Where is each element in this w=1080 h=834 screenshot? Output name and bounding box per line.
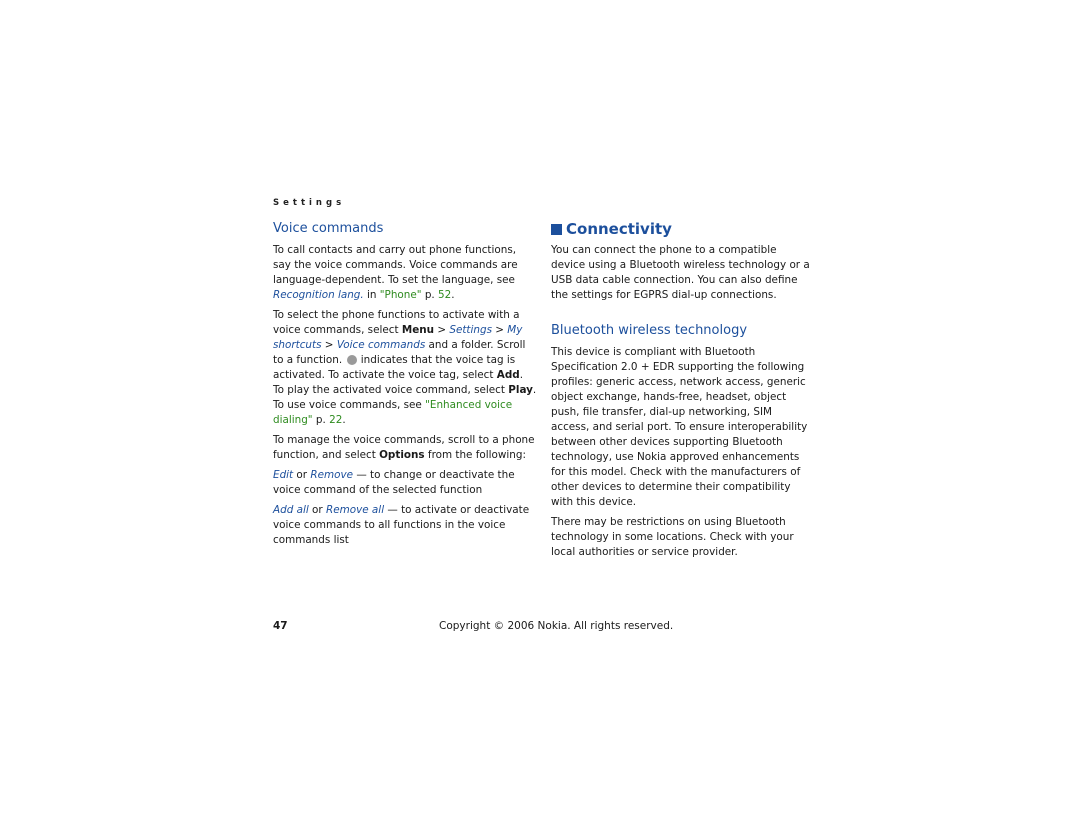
- page-52-link[interactable]: 52: [438, 289, 451, 301]
- phone-link[interactable]: "Phone": [380, 289, 422, 301]
- connectivity-intro: You can connect the phone to a compatibl…: [551, 244, 810, 301]
- bluetooth-heading: Bluetooth wireless technology: [551, 323, 748, 338]
- edit-option[interactable]: Edit: [273, 469, 293, 481]
- manage-voice-commands-paragraph: To manage the voice commands, scroll to …: [273, 434, 535, 461]
- edit-remove-option: Edit or Remove — to change or deactivate…: [273, 469, 515, 496]
- voice-commands-heading: Voice commands: [273, 221, 384, 236]
- connectivity-heading: Connectivity: [551, 220, 811, 238]
- add-all-option[interactable]: Add all: [273, 504, 309, 516]
- page-number: 47: [273, 620, 288, 632]
- menu-label: Menu: [401, 324, 435, 336]
- add-label: Add: [496, 369, 520, 381]
- section-square-icon: [551, 223, 562, 235]
- settings-link[interactable]: Settings: [449, 324, 492, 336]
- add-all-remove-all-option: Add all or Remove all — to activate or d…: [273, 504, 530, 546]
- running-head: Settings: [273, 198, 346, 208]
- bluetooth-paragraph-2: There may be restrictions on using Bluet…: [551, 516, 794, 558]
- voice-commands-link[interactable]: Voice commands: [337, 339, 425, 351]
- copyright: Copyright © 2006 Nokia. All rights reser…: [439, 620, 674, 632]
- remove-option[interactable]: Remove: [310, 469, 353, 481]
- page-22-link[interactable]: 22: [329, 414, 342, 426]
- voice-commands-intro: To call contacts and carry out phone fun…: [273, 244, 518, 301]
- recognition-lang-link[interactable]: Recognition lang.: [273, 289, 364, 301]
- voice-tag-icon: [347, 355, 358, 365]
- options-label: Options: [379, 449, 425, 461]
- bluetooth-paragraph-1: This device is compliant with Bluetooth …: [551, 346, 808, 508]
- left-column: Voice commands To call contacts and carr…: [273, 220, 537, 553]
- play-label: Play: [508, 384, 533, 396]
- right-column: Connectivity You can connect the phone t…: [551, 220, 811, 565]
- remove-all-option[interactable]: Remove all: [326, 504, 384, 516]
- voice-commands-select-paragraph: To select the phone functions to activat…: [273, 309, 537, 426]
